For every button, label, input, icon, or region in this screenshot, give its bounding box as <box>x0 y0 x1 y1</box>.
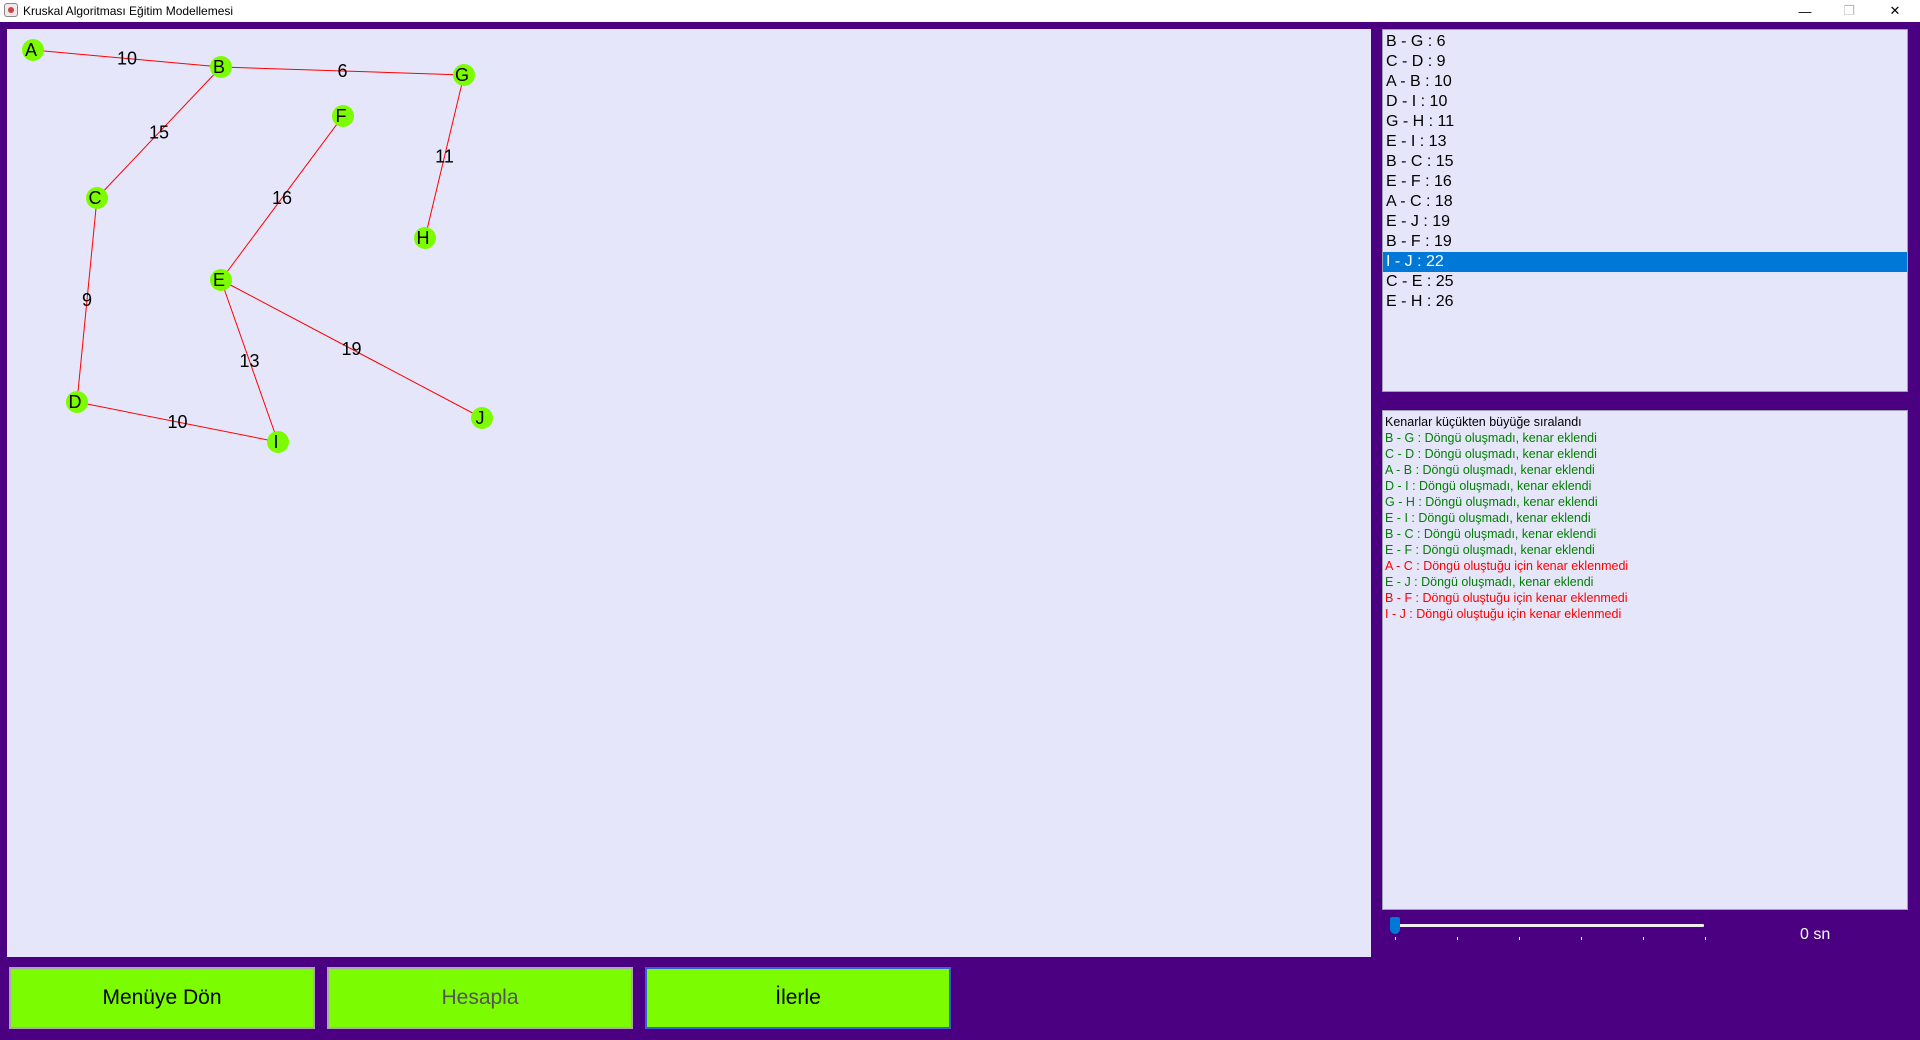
node-G[interactable]: G <box>453 64 475 86</box>
log-line: G - H : Döngü oluşmadı, kenar eklendi <box>1385 495 1598 509</box>
slider-thumb[interactable] <box>1390 917 1400 934</box>
slider-track <box>1394 924 1704 927</box>
edge-weight-label: 16 <box>272 188 292 208</box>
node-label: G <box>455 65 469 85</box>
sorted-edge-list[interactable]: B - G : 6C - D : 9A - B : 10 D - I : 10 G … <box>1382 29 1908 392</box>
node-label: C <box>89 188 102 208</box>
edge-list-item[interactable]: E - F : 16 <box>1383 172 1907 192</box>
log-line: B - C : Döngü oluşmadı, kenar eklendi <box>1385 527 1597 541</box>
edge-weight-label: 6 <box>337 61 347 81</box>
back-to-menu-button[interactable]: Menüye Dön <box>9 967 315 1029</box>
node-H[interactable]: H <box>414 227 436 249</box>
speed-slider[interactable] <box>1388 915 1710 945</box>
log-line: D - I : Döngü oluşmadı, kenar eklendi <box>1385 479 1592 493</box>
node-A[interactable]: A <box>22 39 44 61</box>
edge-weight-label: 13 <box>239 351 259 371</box>
edge-weight-label: 19 <box>341 339 361 359</box>
node-B[interactable]: B <box>210 56 232 78</box>
edge-list-item[interactable]: A - B : 10 <box>1383 72 1907 92</box>
log-line: E - J : Döngü oluşmadı, kenar eklendi <box>1385 575 1594 589</box>
node-label: H <box>417 228 430 248</box>
slider-tick <box>1457 937 1458 940</box>
log-line: E - F : Döngü oluşmadı, kenar eklendi <box>1385 543 1595 557</box>
edge-weight-label: 15 <box>149 123 169 143</box>
edge-list-item[interactable]: C - E : 25 <box>1383 272 1907 292</box>
speed-value-label: 0 sn <box>1800 926 1831 943</box>
edge-list-item[interactable]: A - C : 18 <box>1383 192 1907 212</box>
slider-tick <box>1643 937 1644 940</box>
app-icon <box>4 3 18 17</box>
node-label: E <box>213 270 225 290</box>
maximize-button: ❐ <box>1843 3 1855 18</box>
edge-list-item[interactable]: D - I : 10 <box>1383 92 1907 112</box>
node-label: F <box>336 106 347 126</box>
edge-list-item[interactable]: E - J : 19 <box>1383 212 1907 232</box>
log-line: I - J : Döngü oluştuğu için kenar eklenm… <box>1385 607 1622 621</box>
edge-list-item[interactable]: E - I : 13 <box>1383 132 1907 152</box>
node-D[interactable]: D <box>66 391 88 413</box>
node-label: J <box>476 408 485 428</box>
node-C[interactable]: C <box>86 187 108 209</box>
slider-tick <box>1705 937 1706 940</box>
edge-weight-label: 11 <box>435 147 454 167</box>
step-log-panel: Kenarlar küçükten büyüğe sıralandı B - G … <box>1382 410 1908 910</box>
close-button[interactable]: ✕ <box>1872 0 1918 22</box>
log-line: A - B : Döngü oluşmadı, kenar eklendi <box>1385 463 1595 477</box>
graph-canvas[interactable]: 10 6 15 11 16 9 13 19 10 A B C D E F G H I J <box>7 29 1371 957</box>
node-label: D <box>69 392 82 412</box>
next-step-button[interactable]: İlerle <box>645 967 951 1029</box>
node-label: A <box>25 40 37 60</box>
graph-drawing: 10 6 15 11 16 9 13 19 10 A B C D E F G H I J <box>22 39 493 453</box>
node-label: I <box>273 432 278 452</box>
edge-list-item[interactable]: I - J : 22 <box>1383 252 1907 272</box>
edge-weight-label: 10 <box>167 412 187 432</box>
node-F[interactable]: F <box>332 105 354 127</box>
edge-list-item[interactable]: E - H : 26 <box>1383 292 1907 312</box>
edge-list-item[interactable]: B - F : 19 <box>1383 232 1907 252</box>
log-line: B - F : Döngü oluştuğu için kenar eklenm… <box>1385 591 1628 605</box>
node-E[interactable]: E <box>210 269 232 291</box>
log-line: A - C : Döngü oluştuğu için kenar eklenm… <box>1385 559 1629 573</box>
node-I[interactable]: I <box>267 431 289 453</box>
calculate-button[interactable]: Hesapla <box>327 967 633 1029</box>
edge-list-item[interactable]: B - G : 6 <box>1383 32 1907 52</box>
window-title: Kruskal Algoritması Eğitim Modellemesi <box>23 4 234 18</box>
slider-tick <box>1395 937 1396 940</box>
title-bar: Kruskal Algoritması Eğitim Modellemesi —… <box>0 0 1920 22</box>
edge-list-item[interactable]: G - H : 11 <box>1383 112 1907 132</box>
edge-list-item[interactable]: B - C : 15 <box>1383 152 1907 172</box>
minimize-button[interactable]: — <box>1782 0 1828 22</box>
log-line: E - I : Döngü oluşmadı, kenar eklendi <box>1385 511 1591 525</box>
log-line: C - D : Döngü oluşmadı, kenar eklendi <box>1385 447 1597 461</box>
slider-tick <box>1519 937 1520 940</box>
slider-tick <box>1581 937 1582 940</box>
log-line: Kenarlar küçükten büyüğe sıralandı <box>1385 415 1582 429</box>
log-line: B - G : Döngü oluşmadı, kenar eklendi <box>1385 431 1597 445</box>
node-J[interactable]: J <box>471 407 493 429</box>
edge-list-item[interactable]: C - D : 9 <box>1383 52 1907 72</box>
edge-weight-label: 9 <box>82 290 92 310</box>
edge-weight-label: 10 <box>117 49 137 69</box>
node-label: B <box>213 57 225 77</box>
